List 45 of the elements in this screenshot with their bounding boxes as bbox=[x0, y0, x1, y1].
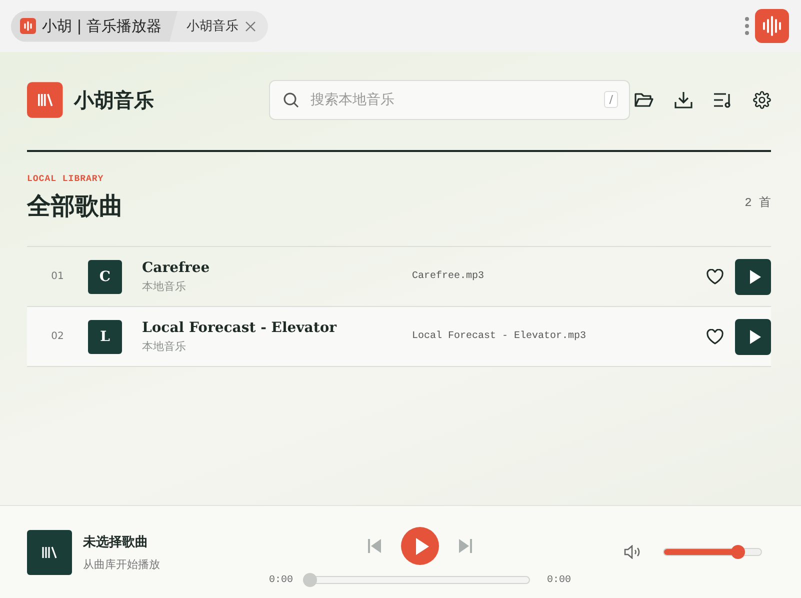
now-playing-title: 未选择歌曲 bbox=[83, 534, 149, 550]
now-playing-subtitle: 从曲库开始播放 bbox=[83, 556, 160, 572]
song-count: 2 首 bbox=[744, 195, 771, 211]
close-icon[interactable] bbox=[244, 20, 256, 32]
download-icon[interactable] bbox=[674, 91, 693, 109]
search-icon bbox=[283, 92, 300, 108]
volume-icon[interactable] bbox=[624, 545, 642, 559]
track-number: 02 bbox=[50, 331, 65, 342]
cover-icon bbox=[27, 530, 72, 574]
play-icon bbox=[748, 330, 760, 344]
cover-tile: L bbox=[88, 320, 122, 354]
song-title: Carefree bbox=[142, 260, 211, 276]
progress-thumb[interactable] bbox=[303, 573, 317, 587]
play-button[interactable] bbox=[735, 318, 771, 354]
volume-thumb[interactable] bbox=[731, 545, 746, 559]
song-title: Local Forecast - Elevator bbox=[142, 320, 338, 336]
folder-icon[interactable] bbox=[634, 91, 654, 109]
next-icon[interactable] bbox=[459, 539, 472, 553]
heart-icon[interactable] bbox=[706, 328, 724, 344]
playlist-icon[interactable] bbox=[713, 92, 733, 108]
section-heading: 全部歌曲 bbox=[27, 190, 123, 222]
app-icon bbox=[20, 18, 36, 34]
previous-icon[interactable] bbox=[368, 539, 381, 553]
song-row[interactable]: 02 L Local Forecast - Elevator 本地音乐 Local Forecast - Elevator.mp3 bbox=[27, 307, 771, 367]
elapsed-time: 0:00 bbox=[269, 574, 293, 586]
section-label: LOCAL LIBRARY bbox=[27, 174, 105, 184]
cover-tile: C bbox=[88, 260, 122, 294]
play-icon bbox=[414, 538, 428, 554]
song-source: 本地音乐 bbox=[142, 338, 187, 354]
logo-icon bbox=[27, 82, 63, 118]
app-icon[interactable] bbox=[755, 9, 789, 43]
browser-tab[interactable]: 小胡音乐 bbox=[178, 10, 268, 42]
track-number: 01 bbox=[50, 271, 65, 282]
shortcut-key: / bbox=[604, 91, 618, 108]
settings-icon[interactable] bbox=[753, 91, 771, 109]
file-name: Carefree.mp3 bbox=[412, 271, 486, 282]
play-button[interactable] bbox=[735, 258, 771, 294]
song-source: 本地音乐 bbox=[142, 278, 187, 294]
more-icon[interactable] bbox=[745, 16, 749, 36]
app-title: 小胡音乐 bbox=[74, 86, 155, 114]
duration-time: 0:00 bbox=[547, 574, 571, 586]
heart-icon[interactable] bbox=[706, 268, 724, 284]
file-name: Local Forecast - Elevator.mp3 bbox=[412, 331, 588, 342]
play-icon bbox=[748, 270, 760, 284]
browser-tab[interactable]: 小胡 | 音乐播放器 bbox=[11, 10, 178, 42]
